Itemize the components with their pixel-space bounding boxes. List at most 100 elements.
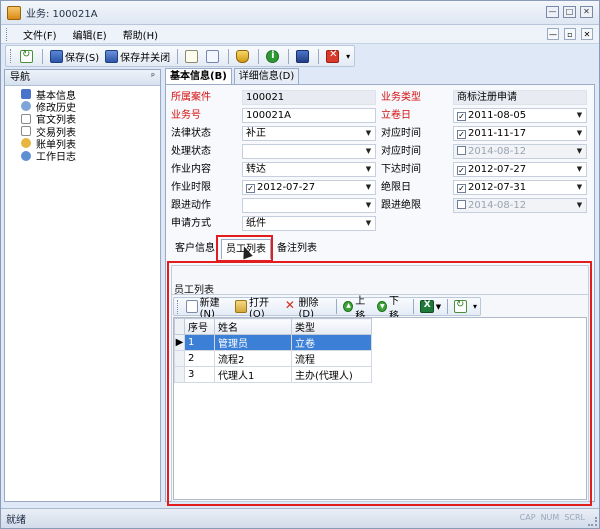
chevron-down-icon[interactable]: ▼	[363, 200, 374, 211]
menu-edit[interactable]: 编辑(E)	[65, 27, 115, 42]
chevron-down-icon[interactable]: ▼	[574, 146, 585, 157]
case-label: 所属案件	[171, 92, 211, 103]
chevron-down-icon[interactable]: ▼	[574, 110, 585, 121]
checkbox[interactable]	[457, 200, 466, 209]
checkbox[interactable]: ✓	[246, 184, 255, 193]
case-field: 100021	[242, 90, 376, 105]
save-label: 保存(S)	[65, 52, 100, 64]
menu-grip[interactable]	[6, 27, 9, 41]
save-icon	[50, 49, 63, 63]
chevron-down-icon[interactable]: ▼	[363, 182, 374, 193]
toolbar-grip[interactable]	[10, 49, 13, 63]
nav-item-official-docs[interactable]: 官文列表	[5, 113, 160, 126]
op-deadline-value: 2012-07-27	[257, 182, 316, 193]
tab-customer-info[interactable]: 客户信息	[171, 239, 219, 259]
document-icon	[21, 113, 31, 124]
final-deadline-picker[interactable]: ✓ 2012-07-31 ▼	[453, 180, 587, 195]
toolbar-separator	[288, 48, 290, 64]
issue-time-value: 2012-07-27	[468, 164, 527, 175]
info-icon	[266, 49, 280, 63]
follow-final-value: 2014-08-12	[468, 200, 527, 211]
pin-icon[interactable]: ᵖ	[151, 70, 155, 85]
num-lock-indicator: NUM	[540, 513, 560, 522]
checkbox[interactable]: ✓	[457, 166, 466, 175]
filing-date-label: 立卷日	[381, 110, 411, 121]
legal-status-value: 补正	[246, 128, 266, 139]
follow-action-label: 跟进动作	[171, 200, 211, 211]
form-row: 所属案件 100021 业务类型 商标注册申请	[169, 89, 589, 107]
close-button[interactable]	[323, 47, 344, 65]
nav-item-history[interactable]: 修改历史	[5, 100, 160, 114]
maximize-button[interactable]: □	[563, 6, 576, 18]
info-button[interactable]	[263, 47, 284, 65]
handling-status-label: 处理状态	[171, 146, 211, 157]
menu-file[interactable]: 文件(F)	[15, 27, 65, 42]
filing-date-picker[interactable]: ✓ 2011-08-05 ▼	[453, 108, 587, 123]
final-deadline-label: 绝限日	[381, 182, 411, 193]
save-close-button[interactable]: 保存并关闭	[102, 47, 173, 65]
legal-status-select[interactable]: 补正 ▼	[242, 126, 376, 141]
title-bar: 业务: 100021A — □ ✕	[1, 1, 599, 25]
chevron-down-icon[interactable]: ▼	[574, 164, 585, 175]
operation-select[interactable]: 转达 ▼	[242, 162, 376, 177]
highlight-box-panel	[167, 261, 592, 506]
document-button[interactable]	[182, 47, 203, 65]
chevron-down-icon[interactable]: ▼	[574, 182, 585, 193]
response-time-picker[interactable]: ✓ 2011-11-17 ▼	[453, 126, 587, 141]
main-tab-strip: 基本信息(B) 详细信息(D)	[165, 68, 301, 84]
form-row: 法律状态 补正 ▼ 对应时间 ✓ 2011-11-17 ▼	[169, 125, 589, 143]
tab-detail-info[interactable]: 详细信息(D)	[233, 68, 300, 84]
follow-action-select[interactable]: ▼	[242, 198, 376, 213]
checkbox[interactable]: ✓	[457, 112, 466, 121]
main-toolbar: 保存(S) 保存并关闭 ▾	[5, 45, 356, 67]
menu-bar: 文件(F) 编辑(E) 帮助(H) — ▫ ✕	[1, 25, 599, 44]
business-no-input[interactable]: 100021A	[242, 108, 376, 123]
doc-restore-button[interactable]: ▫	[564, 28, 576, 40]
doc-minimize-button[interactable]: —	[547, 28, 559, 40]
help-book-button[interactable]	[293, 47, 314, 65]
chevron-down-icon[interactable]: ▼	[363, 218, 374, 229]
doc-close-button[interactable]: ✕	[581, 28, 593, 40]
navigation-panel: 导航 ᵖ 基本信息 修改历史 官文列表 交易列表 账单列表 工作日志	[4, 69, 161, 502]
menu-help[interactable]: 帮助(H)	[115, 27, 166, 42]
nav-item-work-log[interactable]: 工作日志	[5, 149, 160, 163]
badge-button[interactable]	[233, 47, 254, 65]
resize-grip[interactable]	[588, 517, 597, 526]
save-close-label: 保存并关闭	[120, 52, 171, 64]
nav-item-basic-info[interactable]: 基本信息	[5, 88, 160, 102]
toolbar-overflow-icon[interactable]: ▾	[346, 52, 350, 61]
status-text: 就绪	[6, 515, 26, 526]
issue-time-picker[interactable]: ✓ 2012-07-27 ▼	[453, 162, 587, 177]
nav-item-transactions[interactable]: 交易列表	[5, 125, 160, 139]
checkbox[interactable]	[457, 146, 466, 155]
toolbar-separator	[177, 48, 179, 64]
toolbar-separator	[258, 48, 260, 64]
checkbox[interactable]: ✓	[457, 184, 466, 193]
chevron-down-icon[interactable]: ▼	[574, 200, 585, 211]
chevron-down-icon[interactable]: ▼	[574, 128, 585, 139]
op-deadline-picker[interactable]: ✓ 2012-07-27 ▼	[242, 180, 376, 195]
refresh-button[interactable]	[17, 47, 38, 65]
nav-item-bills[interactable]: 账单列表	[5, 137, 160, 151]
caps-lock-indicator: CAP	[519, 513, 536, 522]
checkbox[interactable]: ✓	[457, 130, 466, 139]
response-time2-picker[interactable]: 2014-08-12 ▼	[453, 144, 587, 159]
document-icon	[185, 49, 199, 63]
chevron-down-icon[interactable]: ▼	[363, 164, 374, 175]
save-button[interactable]: 保存(S)	[47, 47, 102, 65]
handling-status-select[interactable]: ▼	[242, 144, 376, 159]
response-time2-value: 2014-08-12	[468, 146, 527, 157]
minimize-button[interactable]: —	[546, 6, 559, 18]
page-button[interactable]	[203, 47, 224, 65]
status-bar: 就绪 CAP NUM SCRL	[1, 508, 599, 528]
apply-method-select[interactable]: 纸件 ▼	[242, 216, 376, 231]
close-window-button[interactable]: ✕	[580, 6, 593, 18]
coins-icon	[21, 138, 31, 149]
operation-value: 转达	[246, 164, 266, 175]
tab-basic-info[interactable]: 基本信息(B)	[165, 68, 232, 84]
navigation-list: 基本信息 修改历史 官文列表 交易列表 账单列表 工作日志	[5, 86, 160, 163]
follow-final-picker[interactable]: 2014-08-12 ▼	[453, 198, 587, 213]
tab-notes-list[interactable]: 备注列表	[273, 239, 321, 259]
chevron-down-icon[interactable]: ▼	[363, 128, 374, 139]
chevron-down-icon[interactable]: ▼	[363, 146, 374, 157]
